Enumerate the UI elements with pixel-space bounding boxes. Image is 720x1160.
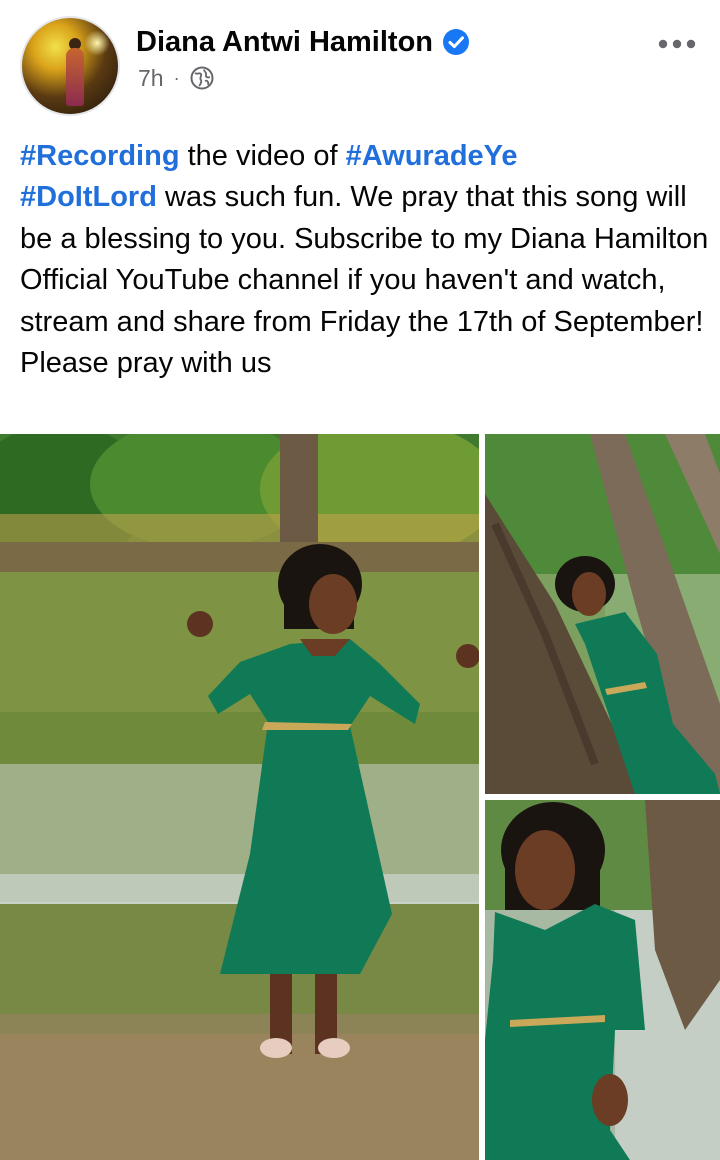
photo-singer-by-lake[interactable] [0,434,479,1160]
post-header: Diana Antwi Hamilton 7h · [0,0,720,130]
globe-icon [190,66,214,90]
photo-grid [0,434,720,1160]
post-meta: 7h · [138,62,214,94]
meta-separator: · [173,67,180,88]
avatar-stage-light [84,30,110,56]
more-options-icon[interactable] [655,32,699,56]
author-avatar[interactable] [20,16,120,116]
author-name-row: Diana Antwi Hamilton [136,22,470,62]
post-timestamp[interactable]: 7h [138,65,164,92]
photo-singer-closeup[interactable] [485,800,720,1160]
hashtag-doitlord[interactable]: #DoItLord [20,181,157,213]
hashtag-awuradeye[interactable]: #AwuradeYe [346,140,518,172]
author-name[interactable]: Diana Antwi Hamilton [136,26,433,59]
verified-badge-icon [443,29,469,55]
post-message: #Recording the video of #AwuradeYe #DoItL… [20,136,710,384]
hashtag-recording[interactable]: #Recording [20,140,180,172]
avatar-performer-body [66,48,84,106]
photo-singer-by-tree[interactable] [485,434,720,794]
post-text-segment: the video of [179,140,346,172]
